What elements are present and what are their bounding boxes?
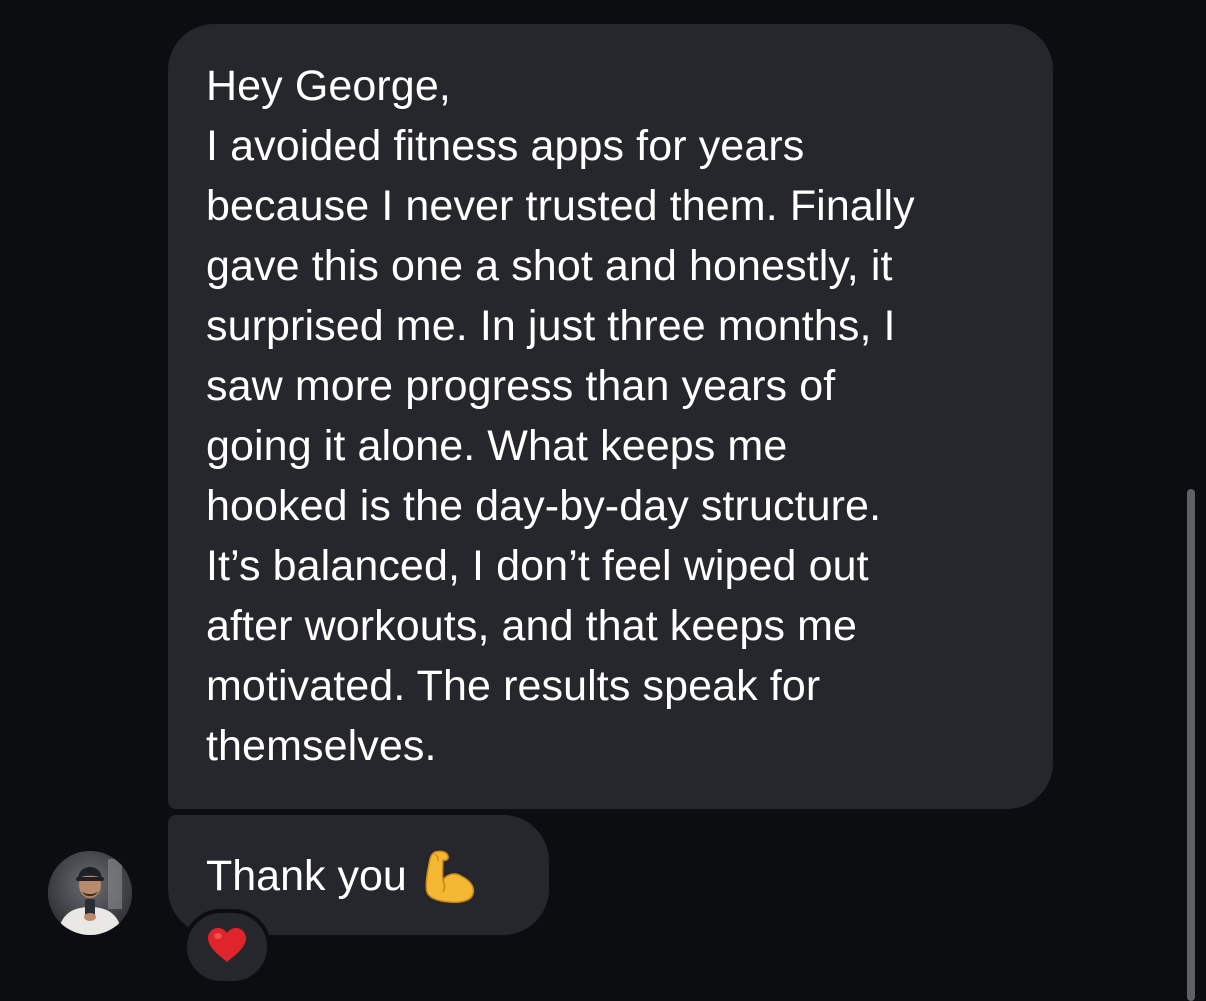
- message-line: after workouts, and that keeps me: [206, 602, 858, 650]
- reaction-badge[interactable]: [183, 909, 271, 985]
- message-line: Hey George,: [206, 62, 451, 110]
- message-line: I avoided fitness apps for years: [206, 122, 805, 170]
- message-line: gave this one a shot and honestly, it: [206, 242, 893, 290]
- message-line: hooked is the day-by-day structure.: [206, 482, 882, 530]
- message-line: saw more progress than years of: [206, 362, 836, 410]
- message-line: going it alone. What keeps me: [206, 422, 788, 470]
- message-line: because I never trusted them. Finally: [206, 182, 915, 230]
- user-avatar-photo: [48, 851, 132, 935]
- avatar[interactable]: [48, 851, 132, 935]
- flexed-biceps-icon: [421, 846, 481, 906]
- message-line: themselves.: [206, 722, 437, 770]
- message-bubble-incoming[interactable]: Hey George, I avoided fitness apps for y…: [168, 24, 1053, 809]
- message-line: It’s balanced, I don’t feel wiped out: [206, 542, 869, 590]
- message-line: motivated. The results speak for: [206, 662, 821, 710]
- message-line: surprised me. In just three months, I: [206, 302, 896, 350]
- scrollbar[interactable]: [1187, 489, 1195, 1001]
- thanks-text: Thank you: [206, 852, 407, 900]
- red-heart-icon: [206, 926, 248, 969]
